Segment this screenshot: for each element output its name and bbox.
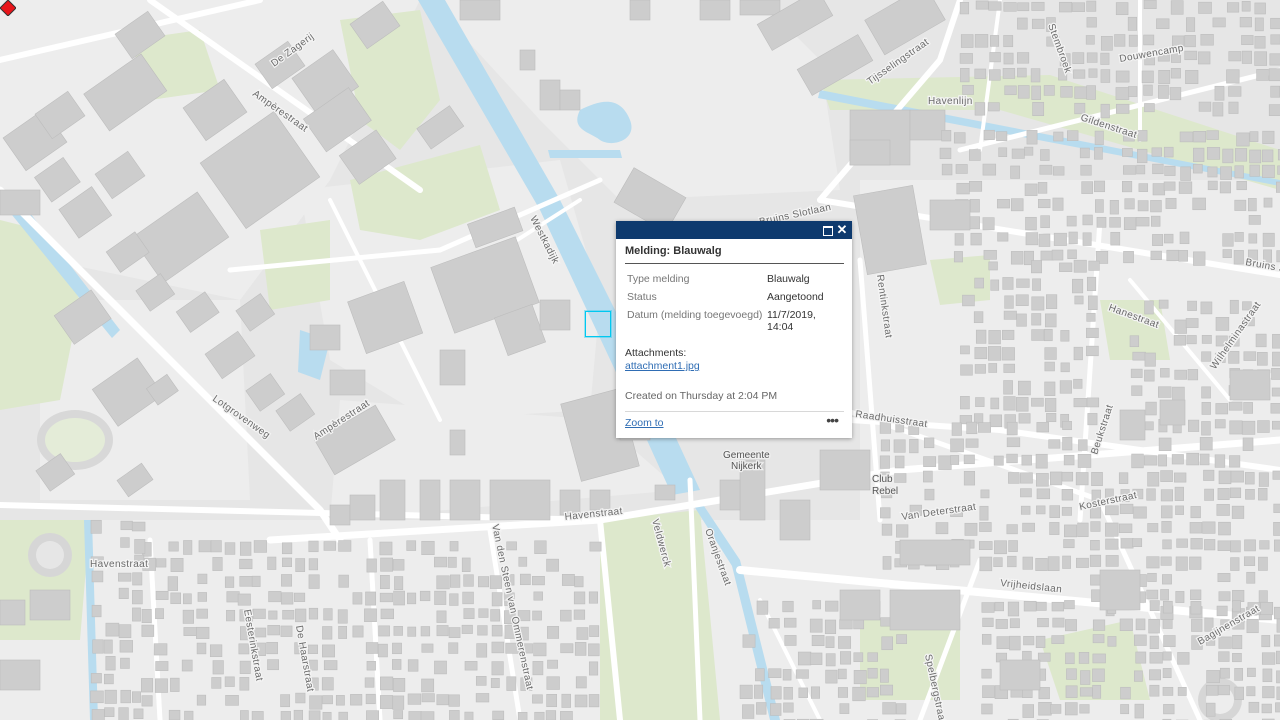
attribute-table: Type melding Blauwalg Status Aangetoond …: [625, 271, 844, 337]
maximize-icon[interactable]: [821, 223, 835, 237]
street-label: Havenlijn: [928, 96, 973, 107]
created-info: Created on Thursday at 2:04 PM: [625, 390, 778, 402]
zoom-to-link[interactable]: Zoom to: [625, 417, 664, 429]
attachment-link[interactable]: attachment1.jpg: [625, 360, 844, 372]
field-name: Status: [627, 291, 657, 303]
poi-label: Club: [872, 474, 893, 485]
attribute-row: Datum (melding toegevoegd) 11/7/2019, 14…: [625, 307, 844, 337]
poi-label: Rebel: [872, 486, 898, 497]
close-icon[interactable]: ✕: [835, 223, 849, 237]
street-label: Havenstraat: [90, 559, 148, 570]
poi-label: Nijkerk: [731, 461, 763, 472]
popup-body: Melding: Blauwalg Type melding Blauwalg …: [616, 239, 852, 438]
red-diamond-icon[interactable]: [0, 0, 16, 16]
map-view[interactable]: Ampèrestraat Ampèrestraat De Zagerij Wes…: [0, 0, 1280, 720]
attribute-row: Type melding Blauwalg: [625, 271, 844, 289]
field-value: Blauwalg: [767, 273, 810, 285]
attribute-row: Status Aangetoond: [625, 289, 844, 307]
popup-footer: Zoom to •••: [625, 411, 844, 432]
selection-highlight: [585, 311, 611, 337]
popup-header: ✕: [616, 221, 852, 239]
field-name: Type melding: [627, 273, 690, 285]
attachments-label: Attachments:: [625, 347, 687, 359]
field-value: Aangetoond: [767, 291, 824, 303]
poi-label: Gemeente: [723, 450, 770, 461]
feature-popup: ✕ Melding: Blauwalg Type melding Blauwal…: [616, 221, 852, 438]
field-name: Datum (melding toegevoegd): [627, 309, 763, 321]
more-options-icon[interactable]: •••: [826, 412, 839, 428]
field-value: 11/7/2019, 14:04: [767, 309, 816, 333]
popup-title: Melding: Blauwalg: [625, 245, 844, 264]
